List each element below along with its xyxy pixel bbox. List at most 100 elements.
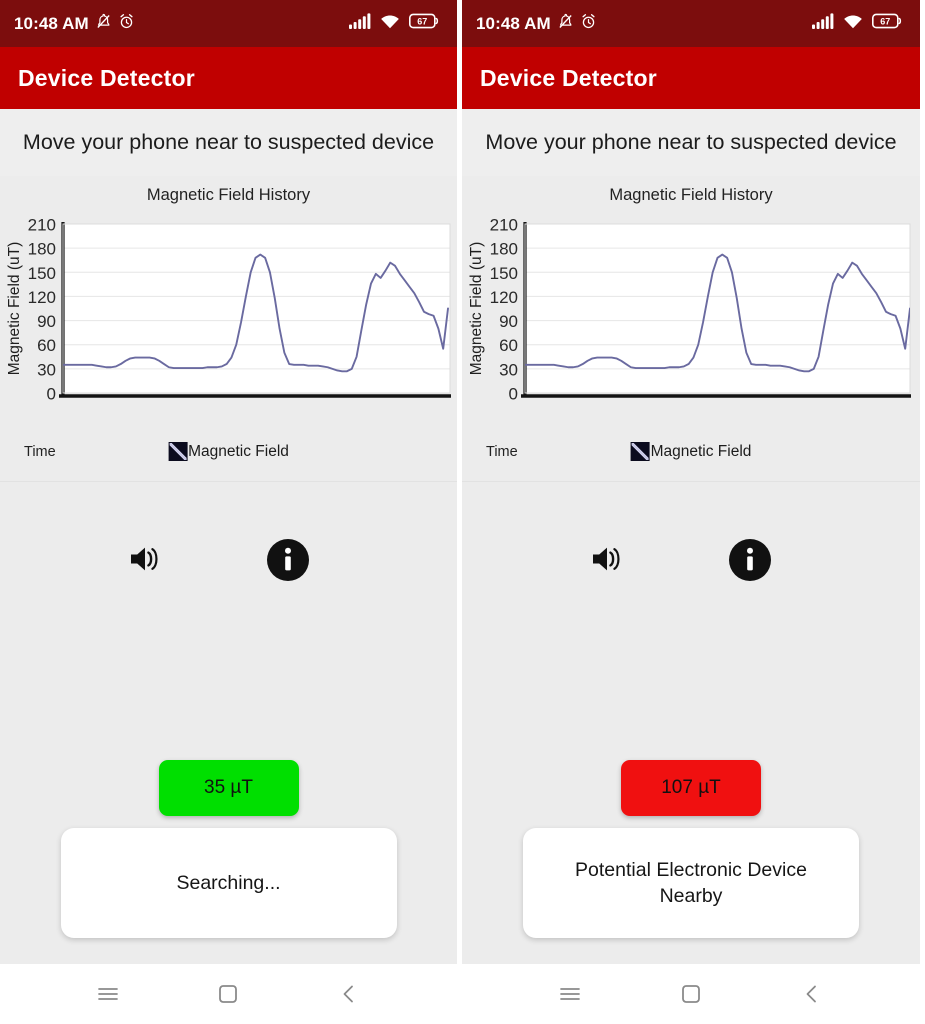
- app-bar: Device Detector: [462, 47, 920, 109]
- chart-svg: 0 30 60 90 120 150 180 210 Magnetic Field (uT): [468, 216, 911, 404]
- square-icon: [682, 985, 700, 1003]
- chart-plot-area: 0 30 60 90 120 150 180 210 Magnetic Field (uT): [0, 208, 457, 420]
- svg-text:30: 30: [499, 360, 518, 379]
- status-bar: 10:48 AM 67: [0, 0, 457, 47]
- battery-icon: 67: [872, 13, 902, 34]
- speaker-icon: [593, 547, 620, 571]
- svg-text:67: 67: [417, 17, 427, 27]
- control-row: [0, 516, 457, 600]
- magnetic-field-chart: Magnetic Field History 0 30 60 90 120 150 180 2…: [462, 176, 920, 516]
- status-card-container: Searching...: [0, 828, 457, 964]
- nav-recents-button[interactable]: [547, 971, 593, 1017]
- info-icon: [267, 539, 309, 581]
- speaker-button[interactable]: [580, 534, 636, 584]
- detection-status-text: Searching...: [176, 871, 281, 894]
- system-nav-bar: [0, 964, 457, 1024]
- legend-swatch-icon: [630, 442, 650, 461]
- chart-title: Magnetic Field History: [146, 186, 311, 204]
- chart-legend: Magnetic Field: [168, 442, 289, 461]
- prompt-banner: Move your phone near to suspected device: [0, 109, 457, 176]
- silent-bell-icon: [557, 13, 574, 35]
- detection-status-text: Potential Electronic Device Nearby: [575, 858, 807, 907]
- info-icon: [729, 539, 771, 581]
- prompt-text: Move your phone near to suspected device: [485, 130, 897, 154]
- svg-text:150: 150: [490, 264, 518, 283]
- svg-text:60: 60: [499, 336, 518, 355]
- system-nav-bar: [462, 964, 920, 1024]
- svg-text:0: 0: [47, 385, 56, 404]
- signal-bars-icon: [812, 13, 834, 34]
- signal-bars-icon: [349, 13, 371, 34]
- reading-container: 107 µT: [462, 760, 920, 828]
- svg-text:210: 210: [28, 216, 56, 235]
- speaker-button[interactable]: [118, 534, 174, 584]
- legend-swatch-icon: [168, 442, 188, 461]
- control-row: [462, 516, 920, 600]
- legend-label: Magnetic Field: [650, 442, 752, 460]
- silent-bell-icon: [95, 13, 112, 35]
- dual-screenshot-container: 10:48 AM 67 Device Detector Move your ph…: [0, 0, 925, 1024]
- svg-text:Magnetic Field (uT): Magnetic Field (uT): [6, 242, 23, 376]
- svg-text:67: 67: [880, 17, 890, 27]
- phone-screen-left: 10:48 AM 67 Device Detector Move your ph…: [0, 0, 462, 1024]
- nav-home-button[interactable]: [668, 971, 714, 1017]
- chart-axis-row: Time Magnetic Field: [0, 420, 457, 482]
- chart-title: Magnetic Field History: [609, 186, 773, 204]
- wifi-icon: [843, 14, 863, 34]
- svg-text:60: 60: [37, 336, 56, 355]
- svg-text:30: 30: [37, 360, 56, 379]
- magnetic-reading-badge: 107 µT: [621, 760, 761, 816]
- status-bar-right: 67: [812, 13, 906, 34]
- status-bar: 10:48 AM 67: [462, 0, 920, 47]
- chart-legend: Magnetic Field: [630, 442, 752, 461]
- detection-status-card: Potential Electronic Device Nearby: [523, 828, 859, 938]
- svg-text:180: 180: [28, 240, 56, 259]
- menu-icon: [560, 988, 581, 1000]
- status-bar-left: 10:48 AM: [14, 13, 135, 35]
- svg-text:90: 90: [499, 312, 518, 331]
- svg-text:120: 120: [490, 288, 518, 307]
- app-bar: Device Detector: [0, 47, 457, 109]
- alarm-clock-icon: [580, 13, 597, 35]
- phone-screen-right: 10:48 AM 67 Device Detector Move your ph…: [462, 0, 920, 1024]
- info-button[interactable]: [262, 534, 314, 586]
- status-clock: 10:48 AM: [476, 13, 551, 33]
- svg-text:150: 150: [28, 264, 56, 283]
- chevron-left-icon: [343, 985, 353, 1003]
- nav-back-button[interactable]: [326, 971, 372, 1017]
- chart-xlabel: Time: [486, 444, 518, 460]
- svg-text:120: 120: [28, 288, 56, 307]
- svg-text:0: 0: [509, 385, 518, 404]
- square-icon: [219, 985, 238, 1003]
- nav-back-button[interactable]: [789, 971, 835, 1017]
- reading-container: 35 µT: [0, 760, 457, 828]
- chart-plot-area: 0 30 60 90 120 150 180 210 Magnetic Field (uT): [462, 208, 920, 420]
- magnetic-reading-badge: 35 µT: [158, 760, 299, 816]
- svg-text:90: 90: [37, 312, 56, 331]
- content-spacer: [0, 600, 457, 760]
- alarm-clock-icon: [118, 13, 135, 35]
- prompt-text: Move your phone near to suspected device: [22, 130, 435, 154]
- chart-axis-row: Time Magnetic Field: [462, 420, 920, 482]
- chart-divider: [0, 481, 457, 482]
- chart-divider: [462, 481, 920, 482]
- menu-icon: [98, 988, 119, 1000]
- wifi-icon: [380, 14, 400, 34]
- nav-home-button[interactable]: [205, 971, 251, 1017]
- info-button[interactable]: [724, 534, 776, 586]
- chart-svg: 0 30 60 90 120 150 180 210 Magnetic Field (uT): [6, 216, 451, 404]
- speaker-icon: [131, 547, 158, 571]
- svg-text:180: 180: [490, 240, 518, 259]
- app-title: Device Detector: [18, 64, 195, 91]
- detection-status-card: Searching...: [60, 828, 397, 938]
- prompt-banner: Move your phone near to suspected device: [462, 109, 920, 176]
- battery-icon: 67: [409, 13, 439, 34]
- svg-text:Magnetic Field (uT): Magnetic Field (uT): [468, 242, 485, 376]
- legend-label: Magnetic Field: [188, 442, 289, 460]
- chart-xlabel: Time: [24, 444, 56, 460]
- magnetic-field-chart: Magnetic Field History 0 30 60 90 120 150 180 2…: [0, 176, 457, 516]
- app-title: Device Detector: [480, 64, 657, 91]
- status-bar-left: 10:48 AM: [476, 13, 597, 35]
- chevron-left-icon: [806, 985, 816, 1003]
- nav-recents-button[interactable]: [85, 971, 131, 1017]
